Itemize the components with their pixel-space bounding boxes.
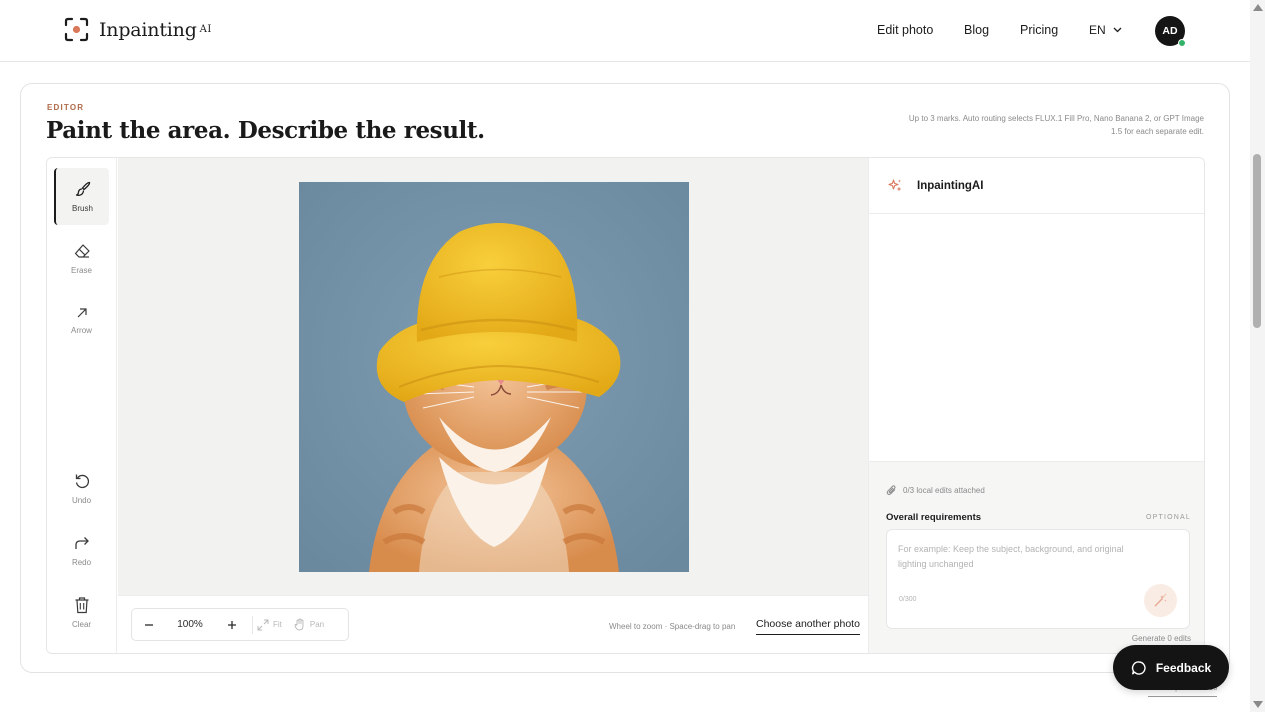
pan-label: Pan xyxy=(309,620,325,629)
routing-note: Up to 3 marks. Auto routing selects FLUX… xyxy=(908,114,1204,136)
fit-label: Fit xyxy=(273,620,282,629)
logo-text: Inpainting xyxy=(99,18,197,41)
generate-count: Generate 0 edits xyxy=(1131,634,1191,643)
requirements-placeholder: For example: Keep the subject, backgroun… xyxy=(898,544,1124,569)
nav-blog[interactable]: Blog xyxy=(964,23,989,37)
fit-button[interactable]: Fit xyxy=(257,619,282,631)
tool-clear[interactable]: Clear xyxy=(54,584,109,641)
scroll-up-arrow-icon[interactable] xyxy=(1253,4,1263,11)
plus-icon xyxy=(227,620,236,629)
tool-undo[interactable]: Undo xyxy=(54,460,109,517)
scrollbar-thumb[interactable] xyxy=(1253,154,1261,328)
canvas-controls: 100% Fit Pan Wheel to zoom · Space-drag … xyxy=(118,595,868,653)
tool-label: Undo xyxy=(71,496,92,505)
zoom-level: 100% xyxy=(177,619,203,630)
paperclip-icon xyxy=(886,485,896,495)
expand-icon xyxy=(257,619,269,630)
tool-label: Erase xyxy=(71,266,92,275)
tool-label: Arrow xyxy=(71,326,92,335)
user-avatar[interactable]: AD xyxy=(1155,16,1186,47)
tool-redo[interactable]: Redo xyxy=(54,522,109,579)
chat-bubble-icon xyxy=(1131,660,1146,675)
canvas-hint: Wheel to zoom · Space-drag to pan xyxy=(609,622,736,631)
uploaded-photo[interactable] xyxy=(299,182,689,572)
attached-count: 0/3 local edits attached xyxy=(903,485,985,495)
character-count: 0/300 xyxy=(899,596,917,603)
nav-pricing[interactable]: Pricing xyxy=(1020,23,1058,37)
pan-button[interactable]: Pan xyxy=(294,618,324,631)
arrow-icon xyxy=(77,308,87,318)
tool-sidebar: Brush Erase Arrow Undo Redo Clear xyxy=(47,158,117,653)
tool-label: Redo xyxy=(71,558,92,567)
editor-eyebrow: EDITOR xyxy=(47,103,85,112)
image-canvas[interactable] xyxy=(118,158,868,595)
panel-title: InpaintingAI xyxy=(917,179,984,192)
editor-workspace: Brush Erase Arrow Undo Redo Clear 100% F… xyxy=(46,157,1205,654)
tool-erase[interactable]: Erase xyxy=(54,230,109,287)
page-title: Paint the area. Describe the result. xyxy=(46,117,485,144)
optional-tag: OPTIONAL xyxy=(1146,514,1191,521)
requirements-section: 0/3 local edits attached Overall require… xyxy=(869,461,1204,653)
requirements-input[interactable]: For example: Keep the subject, backgroun… xyxy=(886,529,1190,629)
chevron-down-icon xyxy=(1113,27,1122,33)
eraser-icon xyxy=(74,244,90,258)
scroll-down-arrow-icon[interactable] xyxy=(1253,701,1263,708)
redo-icon xyxy=(74,537,89,549)
choose-another-photo-link[interactable]: Choose another photo xyxy=(756,618,860,635)
logo-suffix: AI xyxy=(199,24,212,35)
zoom-in-button[interactable] xyxy=(215,609,248,640)
divider xyxy=(252,615,253,634)
editor-card: EDITOR Paint the area. Describe the resu… xyxy=(20,83,1230,673)
assistant-panel: InpaintingAI 0/3 local edits attached Ov… xyxy=(868,158,1204,653)
zoom-controls: 100% Fit Pan xyxy=(131,608,349,641)
trash-icon xyxy=(75,597,88,614)
zoom-out-button[interactable] xyxy=(132,609,165,640)
requirements-label: Overall requirements xyxy=(886,512,982,523)
tool-arrow[interactable]: Arrow xyxy=(54,292,109,349)
logo[interactable]: Inpainting AI xyxy=(64,17,212,42)
panel-header: InpaintingAI xyxy=(869,158,1204,214)
top-navbar: Inpainting AI Edit photo Blog Pricing EN… xyxy=(0,0,1250,62)
language-selector[interactable]: EN xyxy=(1089,23,1122,37)
magic-wand-icon xyxy=(1154,593,1167,607)
brush-icon xyxy=(75,181,90,196)
attached-edits: 0/3 local edits attached xyxy=(886,484,985,496)
logo-mark-icon xyxy=(64,17,89,42)
hand-icon xyxy=(294,618,304,631)
language-label: EN xyxy=(1089,23,1106,37)
tool-label: Brush xyxy=(72,204,93,213)
tool-brush[interactable]: Brush xyxy=(54,168,109,225)
avatar-initials: AD xyxy=(1162,25,1178,37)
generate-magic-button[interactable] xyxy=(1144,584,1177,617)
sparkle-icon xyxy=(888,179,902,192)
page-scrollbar[interactable] xyxy=(1250,0,1265,712)
minus-icon xyxy=(144,623,153,626)
feedback-button[interactable]: Feedback xyxy=(1113,645,1229,690)
tool-label: Clear xyxy=(71,620,92,629)
feedback-label: Feedback xyxy=(1155,660,1212,675)
undo-icon xyxy=(75,474,89,489)
online-status-dot xyxy=(1178,39,1186,47)
nav-edit-photo[interactable]: Edit photo xyxy=(877,23,933,37)
